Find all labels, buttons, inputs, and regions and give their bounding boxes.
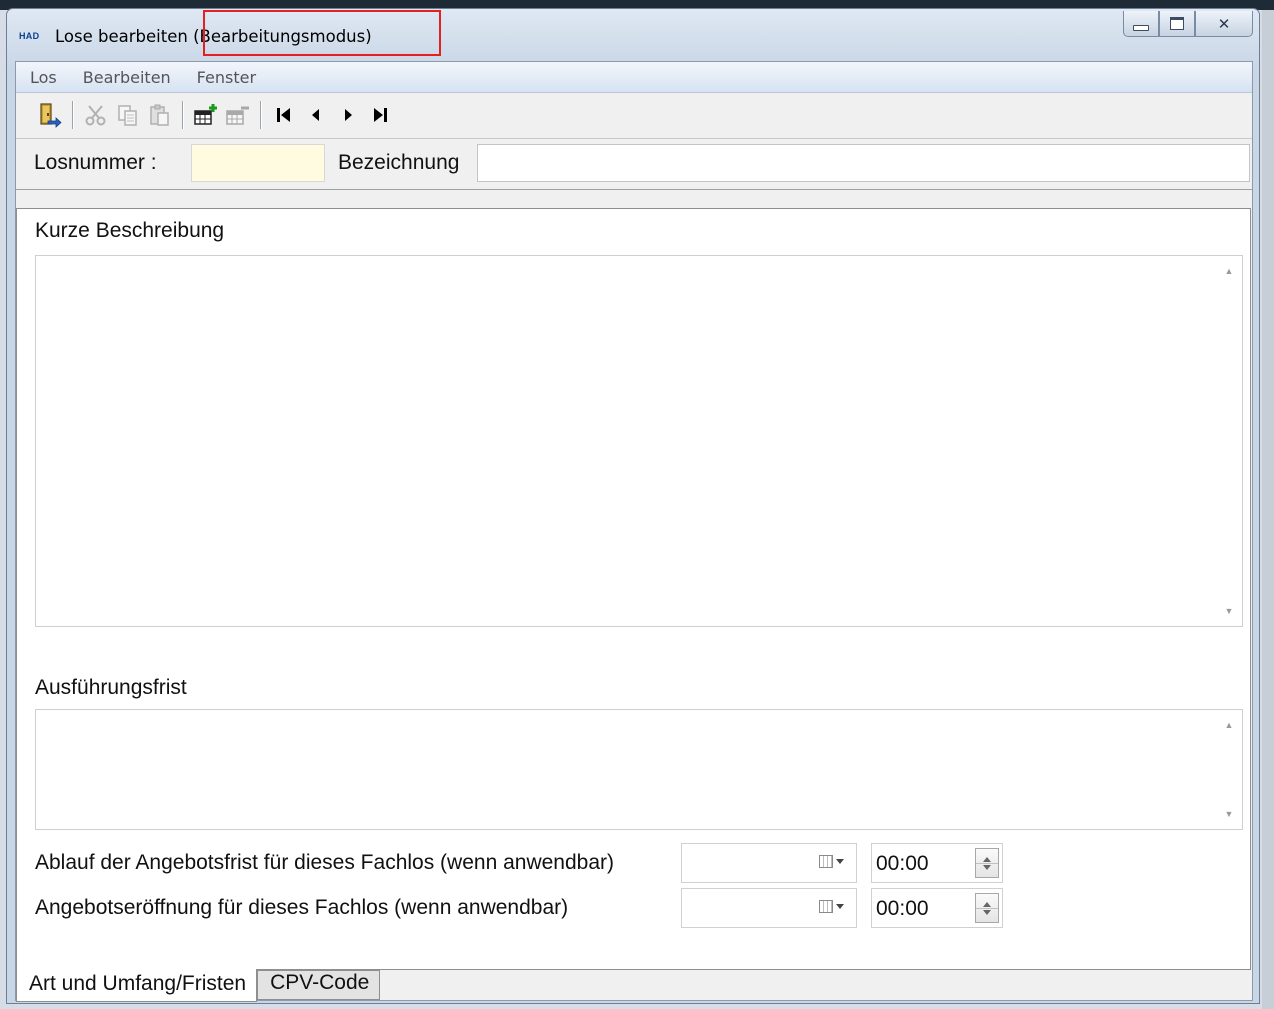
previous-record-icon xyxy=(312,109,319,121)
previous-record-button[interactable] xyxy=(302,101,330,129)
angebotseroeffnung-time-input[interactable]: 00:00 xyxy=(871,888,1003,928)
next-record-icon xyxy=(345,109,352,121)
spin-down-button[interactable] xyxy=(976,864,998,878)
app-logo: HAD xyxy=(19,31,40,41)
ausfuehrungsfrist-textarea[interactable]: ▲ ▼ xyxy=(35,709,1243,830)
exit-icon xyxy=(40,103,62,128)
kurze-beschreibung-textarea[interactable]: ▲ ▼ xyxy=(35,255,1243,627)
scrollbar[interactable]: ▲ ▼ xyxy=(1216,256,1242,626)
chevron-down-icon xyxy=(836,904,844,909)
window-title-name: Lose bearbeiten xyxy=(55,27,188,46)
bezeichnung-input[interactable] xyxy=(477,144,1250,182)
header-fields: Losnummer : Bezeichnung xyxy=(16,138,1252,190)
close-button[interactable]: ✕ xyxy=(1195,11,1253,37)
menu-fenster[interactable]: Fenster xyxy=(183,68,268,87)
scrollbar[interactable]: ▲ ▼ xyxy=(1216,710,1242,829)
angebotsfrist-date-picker[interactable] xyxy=(681,843,857,883)
mode-highlight-box xyxy=(203,10,441,56)
client-area: Los Bearbeiten Fenster Losnummer: Bezei… xyxy=(15,61,1253,1002)
menu-bar: Los Bearbeiten Fenster xyxy=(16,62,1252,93)
losnummer-input[interactable] xyxy=(191,144,325,182)
exit-button[interactable] xyxy=(36,101,64,129)
close-icon: ✕ xyxy=(1217,14,1231,33)
toolbar-separator xyxy=(72,101,74,129)
time-spinner[interactable] xyxy=(975,848,999,878)
toolbar-separator xyxy=(182,101,184,129)
cut-icon xyxy=(85,105,106,126)
calendar-dropdown-button[interactable] xyxy=(819,900,844,913)
first-record-icon xyxy=(277,108,290,122)
scroll-up-icon[interactable]: ▲ xyxy=(1225,266,1234,276)
ausfuehrungsfrist-label: Ausführungsfrist xyxy=(35,676,187,699)
menu-los[interactable]: Los xyxy=(16,68,69,87)
minimize-icon xyxy=(1133,24,1149,31)
title-bar[interactable]: HAD Lose bearbeiten (Bearbeitungsmodus) … xyxy=(7,9,1259,61)
toolbar xyxy=(16,93,1252,137)
arrow-down-icon xyxy=(983,865,991,877)
arrow-up-icon xyxy=(983,850,991,862)
toolbar-separator xyxy=(260,101,262,129)
copy-button[interactable] xyxy=(114,101,142,129)
delete-record-button[interactable] xyxy=(224,101,252,129)
spin-down-button[interactable] xyxy=(976,909,998,923)
background-window-edge xyxy=(1262,10,1274,1009)
angebotsfrist-label: Ablauf der Angebotsfrist für dieses Fach… xyxy=(35,851,614,874)
minimize-button[interactable] xyxy=(1123,11,1159,37)
calendar-icon xyxy=(819,855,833,868)
arrow-down-icon xyxy=(983,910,991,922)
spin-up-button[interactable] xyxy=(976,849,998,864)
losnummer-label: Losnummer : xyxy=(34,151,157,174)
paste-icon xyxy=(150,104,169,126)
scroll-down-icon[interactable]: ▼ xyxy=(1225,809,1234,819)
angebotseroeffnung-time-value: 00:00 xyxy=(876,897,929,920)
next-record-button[interactable] xyxy=(334,101,362,129)
kurze-beschreibung-label: Kurze Beschreibung xyxy=(35,219,225,242)
angebotseroeffnung-label: Angebotseröffnung für dieses Fachlos (we… xyxy=(35,896,569,919)
restore-icon xyxy=(1170,17,1184,30)
menu-bearbeiten[interactable]: Bearbeiten xyxy=(69,68,183,87)
add-record-icon xyxy=(194,104,217,125)
add-record-button[interactable] xyxy=(192,101,220,129)
delete-record-icon xyxy=(226,106,249,125)
cut-button[interactable] xyxy=(82,101,110,129)
arrow-up-icon xyxy=(983,895,991,907)
first-record-button[interactable] xyxy=(270,101,298,129)
last-record-button[interactable] xyxy=(366,101,394,129)
lose-bearbeiten-window: HAD Lose bearbeiten (Bearbeitungsmodus) … xyxy=(6,8,1260,1004)
calendar-icon xyxy=(819,900,833,913)
angebotsfrist-time-input[interactable]: 00:00 xyxy=(871,843,1003,883)
maximize-button[interactable] xyxy=(1159,11,1195,37)
time-spinner[interactable] xyxy=(975,893,999,923)
scroll-down-icon[interactable]: ▼ xyxy=(1225,606,1234,616)
tab-panel-art-und-umfang: Kurze Beschreibung ▲ ▼ Ausführungsfrist … xyxy=(16,208,1251,970)
copy-icon xyxy=(118,105,137,126)
scroll-up-icon[interactable]: ▲ xyxy=(1225,720,1234,730)
last-record-icon xyxy=(374,108,387,122)
spin-up-button[interactable] xyxy=(976,894,998,909)
paste-button[interactable] xyxy=(146,101,174,129)
window-controls: ✕ xyxy=(1123,11,1253,41)
bezeichnung-label: Bezeichnung xyxy=(338,151,460,174)
chevron-down-icon xyxy=(836,859,844,864)
angebotsfrist-time-value: 00:00 xyxy=(876,852,929,875)
angebotseroeffnung-date-picker[interactable] xyxy=(681,888,857,928)
tab-strip: Art und Umfang/Fristen CPV-Code xyxy=(16,969,381,1002)
tab-art-und-umfang-fristen[interactable]: Art und Umfang/Fristen xyxy=(16,969,258,1002)
calendar-dropdown-button[interactable] xyxy=(819,855,844,868)
tab-cpv-code[interactable]: CPV-Code xyxy=(257,970,381,1000)
